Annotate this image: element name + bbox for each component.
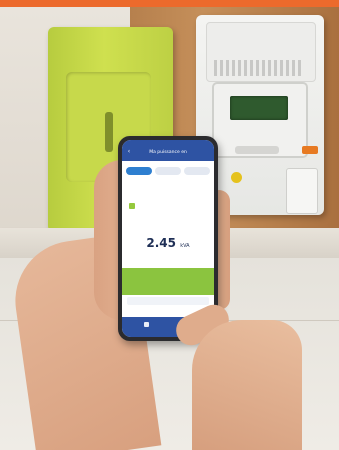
yellow-seal [231,172,242,183]
top-accent-bar [0,0,339,7]
app-tabs [126,167,210,175]
tab-2[interactable] [155,167,181,175]
power-unit: kVA [180,243,190,249]
right-hand [192,320,302,450]
green-case-slot [105,112,113,152]
tab-1[interactable] [126,167,152,175]
power-value: 2.45 [146,236,176,250]
green-indicator [129,203,135,209]
phone-screen: ‹ Ma puissance en 2.45 kVA [122,140,214,337]
tab-3[interactable] [184,167,210,175]
photo: ‹ Ma puissance en 2.45 kVA [0,0,339,450]
meter-led [302,146,318,154]
info-bar[interactable] [127,297,209,305]
nav-home-icon[interactable] [144,322,149,327]
power-reading: 2.45 kVA [122,236,214,250]
meter-printed-text [214,60,304,76]
app-header-title: Ma puissance en [149,150,187,155]
app-header: ‹ Ma puissance en [122,140,214,161]
meter-buttons [235,146,279,154]
green-chart-band [122,268,214,295]
meter-terminal-cover [286,168,318,214]
meter-display [230,96,288,120]
